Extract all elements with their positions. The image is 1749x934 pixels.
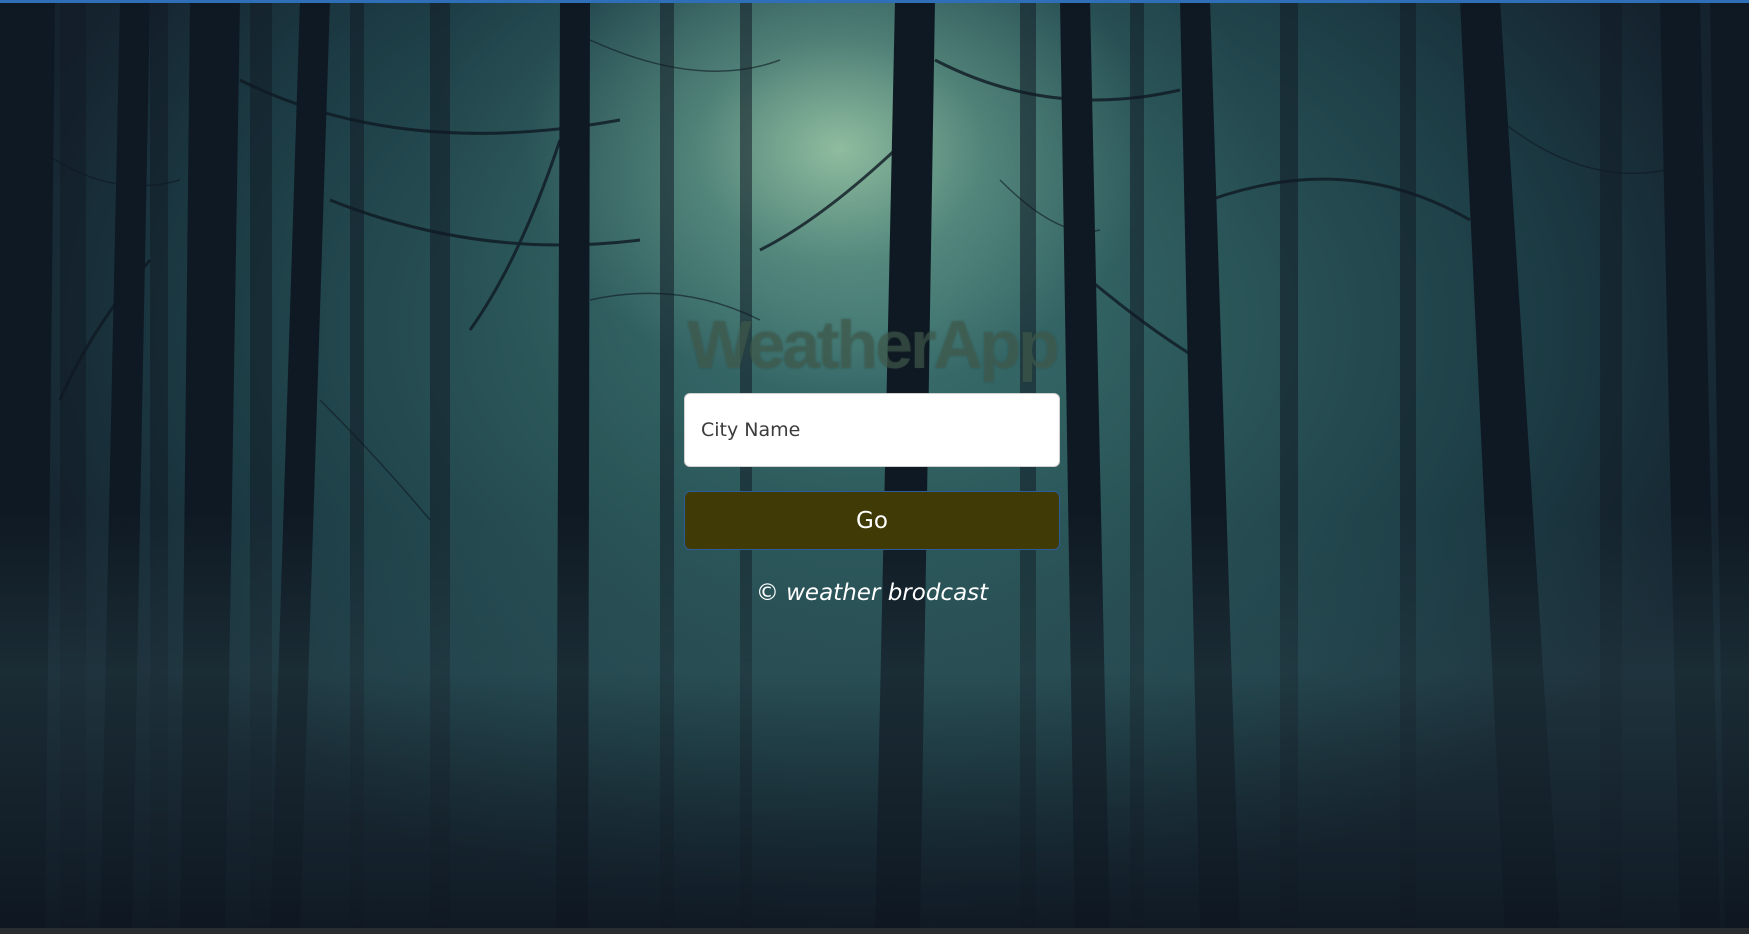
- city-name-input[interactable]: [684, 393, 1060, 467]
- go-button[interactable]: Go: [684, 491, 1060, 550]
- app-title: WeatherApp: [687, 307, 1059, 383]
- footer-copyright: © weather brodcast: [755, 580, 989, 606]
- window-bottom-bar: [0, 928, 1749, 934]
- weather-search-panel: WeatherApp Go © weather brodcast: [684, 305, 1060, 606]
- weather-app-page: WeatherApp Go © weather brodcast: [0, 0, 1749, 934]
- window-top-border: [0, 0, 1749, 3]
